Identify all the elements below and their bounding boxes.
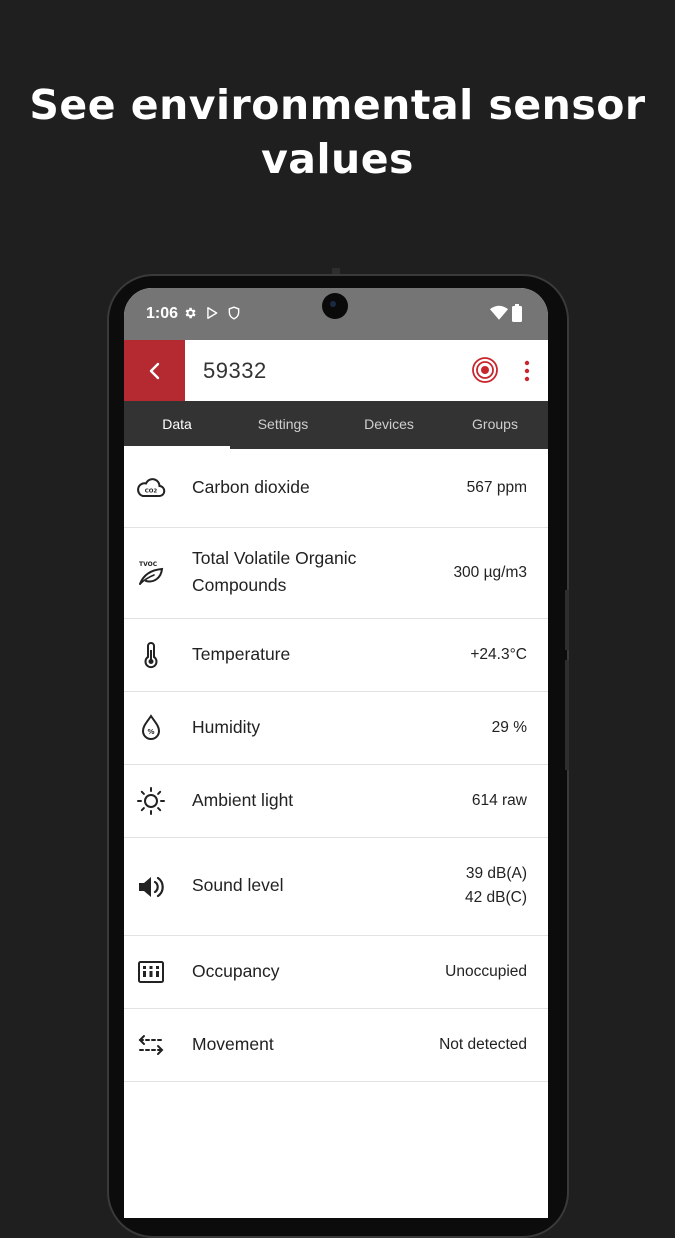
wifi-icon [490, 305, 508, 320]
sensor-row-co2[interactable]: CO2 Carbon dioxide 567 ppm [124, 449, 548, 528]
sensor-row-movement[interactable]: Movement Not detected [124, 1009, 548, 1082]
sensor-value: Not detected [439, 1036, 527, 1053]
sensor-row-occupancy[interactable]: Occupancy Unoccupied [124, 936, 548, 1009]
sensor-list: CO2 Carbon dioxide 567 ppm TVOC Total Vo… [124, 449, 548, 1082]
status-bar: 1:06 [124, 288, 548, 340]
tab-bar: Data Settings Devices Groups [124, 401, 548, 449]
promo-line-1: See environmental sensor [29, 81, 646, 129]
status-time: 1:06 [146, 305, 179, 322]
battery-icon [512, 304, 522, 322]
sensor-label: Occupancy [192, 961, 280, 981]
svg-text:CO2: CO2 [145, 489, 158, 495]
tab-settings[interactable]: Settings [230, 401, 336, 449]
thermometer-icon [144, 642, 158, 669]
sensor-value: 567 ppm [466, 479, 527, 496]
sensor-value: 29 % [491, 719, 527, 736]
movement-arrows-icon [138, 1035, 164, 1055]
sensor-row-ambient-light[interactable]: Ambient light 614 raw [124, 765, 548, 838]
speaker-icon [139, 876, 164, 897]
shield-icon [228, 306, 240, 320]
sensor-row-humidity[interactable]: % Humidity 29 % [124, 692, 548, 765]
promo-line-2: values [261, 135, 414, 183]
sensor-row-sound-level[interactable]: Sound level 39 dB(A) 42 dB(C) [124, 838, 548, 936]
target-icon[interactable] [471, 356, 499, 384]
sensor-row-tvoc[interactable]: TVOC Total Volatile Organic Compounds 30… [124, 528, 548, 619]
tab-devices[interactable]: Devices [336, 401, 442, 449]
back-button[interactable] [124, 340, 185, 401]
sensor-label: Movement [192, 1034, 274, 1054]
sensor-row-temperature[interactable]: Temperature +24.3°C [124, 619, 548, 692]
co2-cloud-icon: CO2 [137, 478, 166, 497]
more-vert-icon[interactable] [520, 358, 534, 384]
play-store-icon [207, 307, 218, 319]
front-camera [322, 293, 348, 319]
occupancy-grid-icon [138, 961, 164, 983]
gear-icon [185, 307, 196, 319]
sensor-label: Sound level [192, 875, 284, 895]
sensor-label: Ambient light [192, 790, 294, 810]
chevron-left-icon [149, 362, 159, 379]
tab-data[interactable]: Data [124, 401, 230, 449]
sun-icon [137, 787, 165, 815]
sensor-value: 39 dB(A) [465, 865, 527, 882]
phone-volume-button [565, 660, 569, 770]
sensor-value: Unoccupied [445, 963, 527, 980]
app-bar: 59332 [124, 340, 548, 401]
svg-text:TVOC: TVOC [139, 561, 158, 568]
sensor-label: Carbon dioxide [192, 477, 310, 497]
phone-top-notch [332, 268, 340, 274]
humidity-drop-icon: % [141, 714, 161, 740]
sensor-label: Total Volatile Organic Compounds [192, 548, 357, 595]
promo-heading: See environmental sensor values [0, 78, 675, 186]
sensor-value-secondary: 42 dB(C) [464, 889, 527, 906]
device-title: 59332 [203, 358, 267, 383]
phone-side-button [565, 590, 569, 650]
sensor-label: Humidity [192, 717, 261, 737]
tvoc-leaf-icon: TVOC [139, 561, 164, 585]
sensor-value: 300 µg/m3 [453, 564, 527, 581]
tab-groups[interactable]: Groups [442, 401, 548, 449]
sensor-label: Temperature [192, 644, 291, 664]
phone-screen: 1:06 59332 Data Settings Devices Groups … [124, 288, 548, 1218]
sensor-value: +24.3°C [470, 646, 527, 663]
svg-text:%: % [147, 728, 154, 736]
sensor-value: 614 raw [471, 792, 527, 809]
